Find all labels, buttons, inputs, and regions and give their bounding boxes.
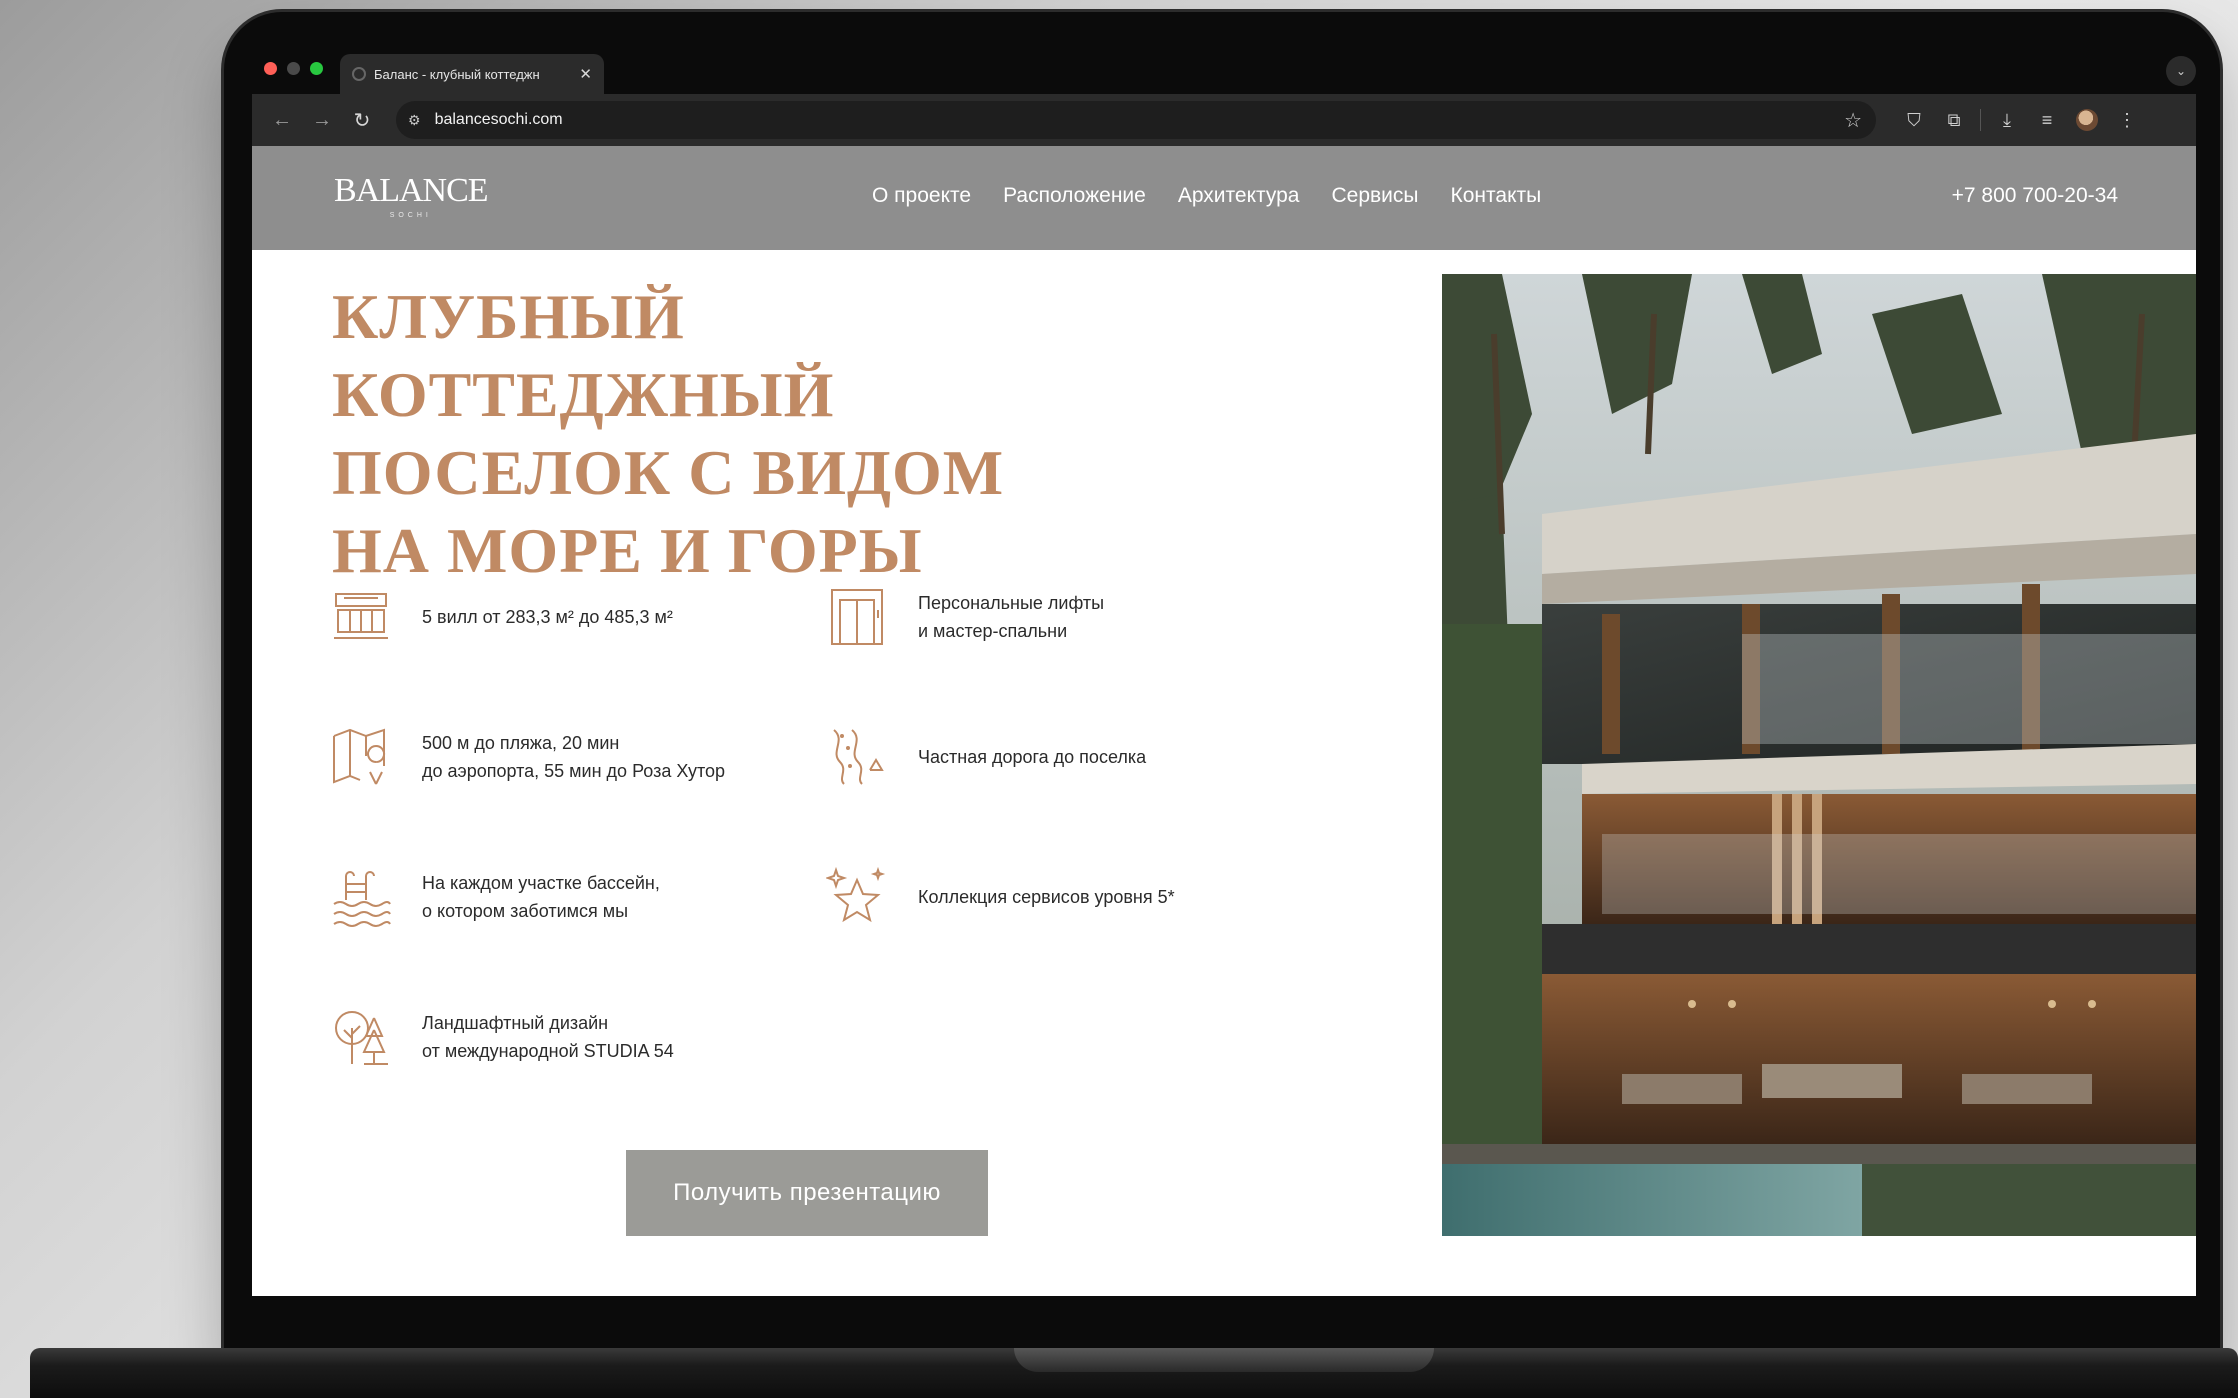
maximize-window-button[interactable]	[310, 62, 323, 75]
extensions-icon[interactable]: ⧉	[1934, 110, 1974, 131]
map-pin-icon	[330, 726, 392, 788]
browser-tab[interactable]: Баланс - клубный коттеджн ✕	[340, 54, 604, 94]
feature-item: Коллекция сервисов уровня 5*	[824, 866, 1175, 928]
nav-services[interactable]: Сервисы	[1331, 184, 1418, 208]
nav-location[interactable]: Расположение	[1003, 184, 1146, 208]
hero-title-line: ПОСЕЛОК С ВИДОМ	[332, 437, 1005, 508]
page-viewport: BALANCE SOCHI О проекте Расположение Арх…	[252, 146, 2196, 1296]
nav-about[interactable]: О проекте	[872, 184, 971, 208]
villa-photo	[1442, 274, 2196, 1236]
feature-line: до аэропорта, 55 мин до Роза Хутор	[422, 761, 726, 781]
address-bar[interactable]: ⚙ balancesochi.com ☆	[396, 101, 1876, 139]
main-nav: О проекте Расположение Архитектура Серви…	[872, 184, 1541, 208]
bookmark-star-icon[interactable]: ☆	[1844, 108, 1862, 133]
nav-architecture[interactable]: Архитектура	[1178, 184, 1300, 208]
shield-extension-icon[interactable]: ⛉	[1894, 110, 1934, 131]
get-presentation-button[interactable]: Получить презентацию	[626, 1150, 988, 1236]
hero-title-line: НА МОРЕ И ГОРЫ	[332, 515, 923, 586]
minimize-window-button[interactable]	[287, 62, 300, 75]
feature-line: Коллекция сервисов уровня 5*	[918, 887, 1175, 907]
feature-line: Частная дорога до поселка	[918, 747, 1147, 767]
reading-list-icon[interactable]: ≡	[2027, 110, 2067, 131]
feature-line: о котором заботимся мы	[422, 901, 629, 921]
feature-line: 5 вилл от 283,3 м² до 485,3 м²	[422, 607, 673, 627]
feature-text: 500 м до пляжа, 20 мин до аэропорта, 55 …	[422, 729, 725, 785]
favicon-icon	[352, 67, 366, 81]
url-text[interactable]: balancesochi.com	[435, 111, 563, 129]
tab-search-button[interactable]: ⌄	[2166, 56, 2196, 86]
feature-item: 5 вилл от 283,3 м² до 485,3 м²	[330, 586, 673, 648]
tab-strip: Баланс - клубный коттеджн ✕ ⌄	[252, 50, 2196, 94]
feature-line: и мастер-спальни	[918, 621, 1068, 641]
nav-contacts[interactable]: Контакты	[1451, 184, 1542, 208]
road-icon	[826, 726, 888, 788]
site-header: BALANCE SOCHI О проекте Расположение Арх…	[252, 146, 2196, 250]
feature-text: 5 вилл от 283,3 м² до 485,3 м²	[422, 603, 673, 631]
feature-line: Ландшафтный дизайн	[422, 1013, 609, 1033]
elevator-icon	[826, 586, 888, 648]
star-icon	[824, 866, 888, 928]
tab-close-icon[interactable]: ✕	[579, 65, 592, 83]
download-icon[interactable]: ⤓	[1987, 110, 2027, 131]
villa-icon	[330, 586, 392, 648]
feature-item: 500 м до пляжа, 20 мин до аэропорта, 55 …	[330, 726, 725, 788]
phone-link[interactable]: +7 800 700-20-34	[1952, 184, 2118, 208]
site-info-icon[interactable]: ⚙	[408, 112, 421, 129]
window-controls	[264, 62, 323, 75]
close-window-button[interactable]	[264, 62, 277, 75]
browser-toolbar: ← → ↻ ⚙ balancesochi.com ☆ ⛉ ⧉ ⤓ ≡ ⋮	[252, 94, 2196, 146]
feature-text: Частная дорога до поселка	[918, 743, 1146, 771]
hero-title: КЛУБНЫЙ КОТТЕДЖНЫЙ ПОСЕЛОК С ВИДОМ НА МО…	[332, 278, 1192, 590]
feature-line: 500 м до пляжа, 20 мин	[422, 733, 620, 753]
toolbar-divider	[1980, 109, 1981, 131]
feature-line: На каждом участке бассейн,	[422, 873, 660, 893]
feature-item: На каждом участке бассейн, о котором заб…	[330, 866, 660, 928]
logo-wordmark: BALANCE	[334, 172, 489, 209]
forward-icon[interactable]: →	[302, 109, 342, 132]
feature-text: Ландшафтный дизайн от международной STUD…	[422, 1009, 674, 1065]
feature-text: На каждом участке бассейн, о котором заб…	[422, 869, 660, 925]
pool-icon	[330, 866, 392, 928]
site-logo[interactable]: BALANCE SOCHI	[334, 172, 489, 219]
feature-item: Частная дорога до поселка	[826, 726, 1146, 788]
feature-text: Коллекция сервисов уровня 5*	[918, 883, 1175, 911]
reload-icon[interactable]: ↻	[342, 108, 382, 133]
feature-item: Ландшафтный дизайн от международной STUD…	[330, 1006, 674, 1068]
trees-icon	[330, 1006, 392, 1068]
profile-avatar[interactable]	[2076, 109, 2098, 131]
back-icon[interactable]: ←	[262, 109, 302, 132]
tab-title: Баланс - клубный коттеджн	[374, 66, 540, 82]
feature-text: Персональные лифты и мастер-спальни	[918, 589, 1104, 645]
hero-title-line: КЛУБНЫЙ КОТТЕДЖНЫЙ	[332, 281, 835, 430]
logo-subtitle: SOCHI	[389, 212, 432, 219]
laptop-notch	[1014, 1348, 1434, 1372]
feature-item: Персональные лифты и мастер-спальни	[826, 586, 1104, 648]
menu-kebab-icon[interactable]: ⋮	[2107, 110, 2147, 131]
feature-line: от международной STUDIA 54	[422, 1041, 674, 1061]
feature-line: Персональные лифты	[918, 593, 1105, 613]
